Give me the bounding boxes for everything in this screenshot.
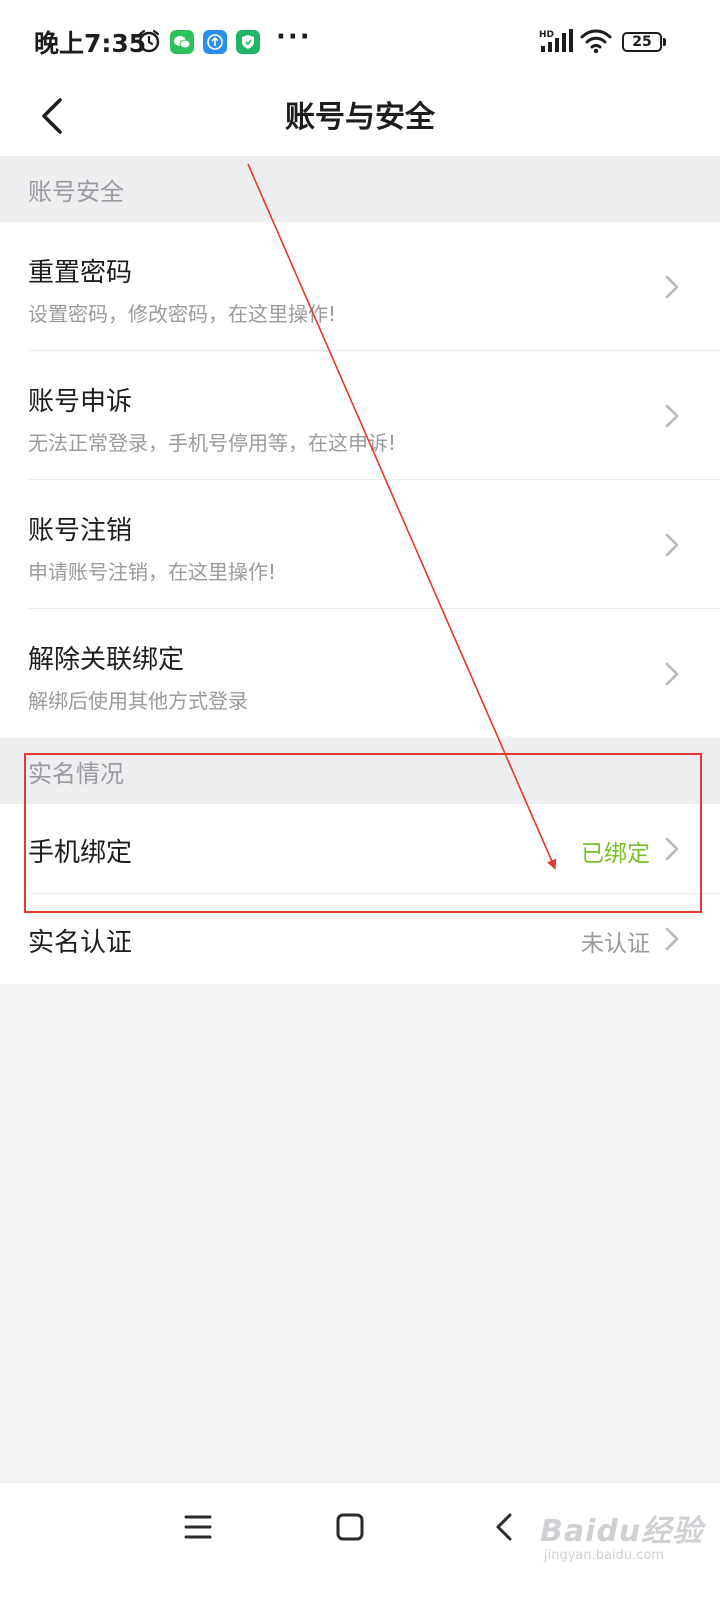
- chevron-right-icon: [665, 927, 679, 951]
- real-name-auth-item[interactable]: 实名认证 未认证: [0, 894, 720, 984]
- status-bar: 晚上7:35 ··· HD 25: [0, 0, 720, 84]
- phone-binding-item[interactable]: 手机绑定 已绑定: [0, 804, 720, 894]
- page-title: 账号与安全: [285, 100, 435, 135]
- account-cancel-item[interactable]: 账号注销 申请账号注销，在这里操作!: [0, 480, 720, 609]
- item-title: 解除关联绑定: [28, 645, 185, 675]
- more-notifications-icon: ···: [276, 22, 312, 52]
- unbind-linked-item[interactable]: 解除关联绑定 解绑后使用其他方式登录: [0, 609, 720, 738]
- section-title: 实名情况: [28, 760, 124, 788]
- wechat-icon: [170, 30, 194, 54]
- section-header-account-security: 账号安全: [0, 156, 720, 222]
- item-title: 账号注销: [28, 516, 133, 546]
- battery-icon: 25: [622, 32, 666, 52]
- upload-icon: [203, 30, 227, 54]
- watermark-main: Baidu经验: [540, 1514, 704, 1549]
- shield-icon: [236, 30, 260, 54]
- item-subtitle: 解绑后使用其他方式登录: [28, 689, 248, 713]
- reset-password-item[interactable]: 重置密码 设置密码，修改密码，在这里操作!: [0, 222, 720, 351]
- chevron-right-icon: [665, 837, 679, 861]
- menu-icon[interactable]: [178, 1509, 218, 1545]
- alarm-icon: [138, 29, 160, 53]
- item-subtitle: 设置密码，修改密码，在这里操作!: [28, 302, 337, 326]
- account-appeal-item[interactable]: 账号申诉 无法正常登录，手机号停用等，在这申诉!: [0, 351, 720, 480]
- signal-icon: HD: [539, 29, 573, 52]
- item-title: 手机绑定: [28, 838, 133, 868]
- status-time: 晚上7:35: [34, 29, 147, 58]
- network-label: HD: [539, 30, 554, 40]
- baidu-watermark: Baidu经验 jingyan.baidu.com: [540, 1490, 710, 1590]
- chevron-right-icon: [665, 533, 679, 557]
- phone-binding-status: 已绑定: [581, 841, 650, 867]
- item-subtitle: 无法正常登录，手机号停用等，在这申诉!: [28, 431, 397, 455]
- real-name-status: 未认证: [581, 931, 650, 957]
- wifi-icon: [580, 29, 612, 54]
- watermark-sub: jingyan.baidu.com: [544, 1548, 664, 1563]
- chevron-right-icon: [665, 275, 679, 299]
- item-subtitle: 申请账号注销，在这里操作!: [28, 560, 277, 584]
- home-icon[interactable]: [330, 1509, 370, 1545]
- section-header-real-name: 实名情况: [0, 738, 720, 804]
- item-title: 重置密码: [28, 258, 133, 288]
- nav-bar: 账号与安全: [0, 84, 720, 156]
- item-title: 实名认证: [28, 928, 133, 958]
- chevron-right-icon: [665, 662, 679, 686]
- section-title: 账号安全: [28, 178, 124, 206]
- chevron-right-icon: [665, 404, 679, 428]
- back-nav-icon[interactable]: [484, 1509, 524, 1545]
- item-title: 账号申诉: [28, 387, 133, 417]
